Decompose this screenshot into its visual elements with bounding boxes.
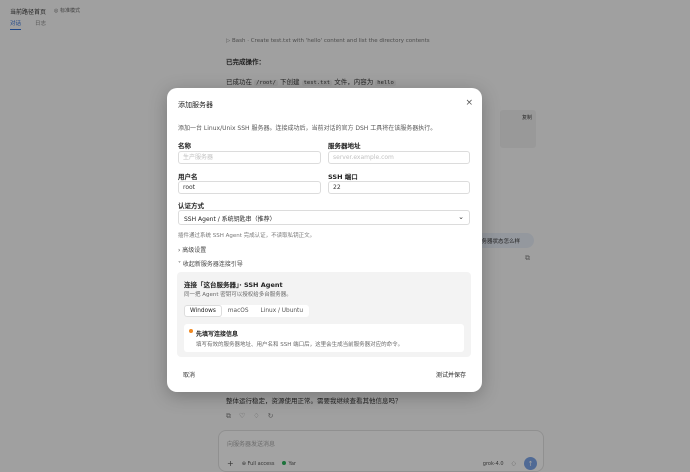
- os-tabs: Windows macOS Linux / Ubuntu: [184, 305, 310, 317]
- chevron-down-icon: ⌄: [458, 213, 464, 221]
- auth-note: 插件通过系统 SSH Agent 完成认证，不读取私钥正文。: [178, 233, 316, 239]
- dialog-description: 添加一台 Linux/Unix SSH 服务器。连接成功后，当前对话的官方 DS…: [178, 125, 437, 132]
- address-field[interactable]: [328, 151, 470, 164]
- advanced-settings-toggle[interactable]: › 高级设置: [178, 245, 206, 254]
- port-label: SSH 端口: [328, 173, 358, 181]
- guide-step: 先填写连接信息 填写有效的服务器地址、用户名和 SSH 端口后，这里会生成当前服…: [184, 324, 464, 352]
- auth-method-value: SSH Agent / 系统钥匙串（推荐）: [184, 216, 276, 223]
- port-field[interactable]: [328, 181, 470, 194]
- auth-method-select[interactable]: SSH Agent / 系统钥匙串（推荐） ⌄: [178, 210, 470, 225]
- cancel-button[interactable]: 取消: [183, 370, 195, 379]
- connection-guide: 连接「这台服务器」· SSH Agent 同一把 Agent 密钥可以授权给多台…: [177, 272, 471, 357]
- tab-windows[interactable]: Windows: [185, 306, 221, 316]
- step-title: 先填写连接信息: [196, 331, 239, 338]
- tab-macos[interactable]: macOS: [223, 306, 254, 316]
- address-label: 服务器地址: [328, 142, 361, 150]
- guide-title: 连接「这台服务器」· SSH Agent: [184, 281, 283, 289]
- step-text: 填写有效的服务器地址、用户名和 SSH 端口后，这里会生成当前服务器对应的命令。: [196, 342, 404, 348]
- username-label: 用户名: [178, 173, 198, 181]
- tab-linux-ubuntu[interactable]: Linux / Ubuntu: [256, 306, 308, 316]
- step-bullet-icon: [189, 329, 193, 333]
- close-icon[interactable]: ×: [465, 98, 473, 108]
- name-field[interactable]: [178, 151, 321, 164]
- add-server-dialog: 添加服务器 × 添加一台 Linux/Unix SSH 服务器。连接成功后，当前…: [167, 88, 482, 392]
- name-label: 名称: [178, 142, 191, 150]
- auth-label: 认证方式: [178, 202, 204, 210]
- test-and-save-button[interactable]: 测试并保存: [436, 370, 466, 379]
- dialog-title: 添加服务器: [178, 101, 213, 109]
- guide-subtitle: 同一把 Agent 密钥可以授权给多台服务器。: [184, 292, 292, 298]
- username-field[interactable]: [178, 181, 321, 194]
- guide-toggle[interactable]: ˅ 收起新服务器连接引导: [178, 259, 243, 268]
